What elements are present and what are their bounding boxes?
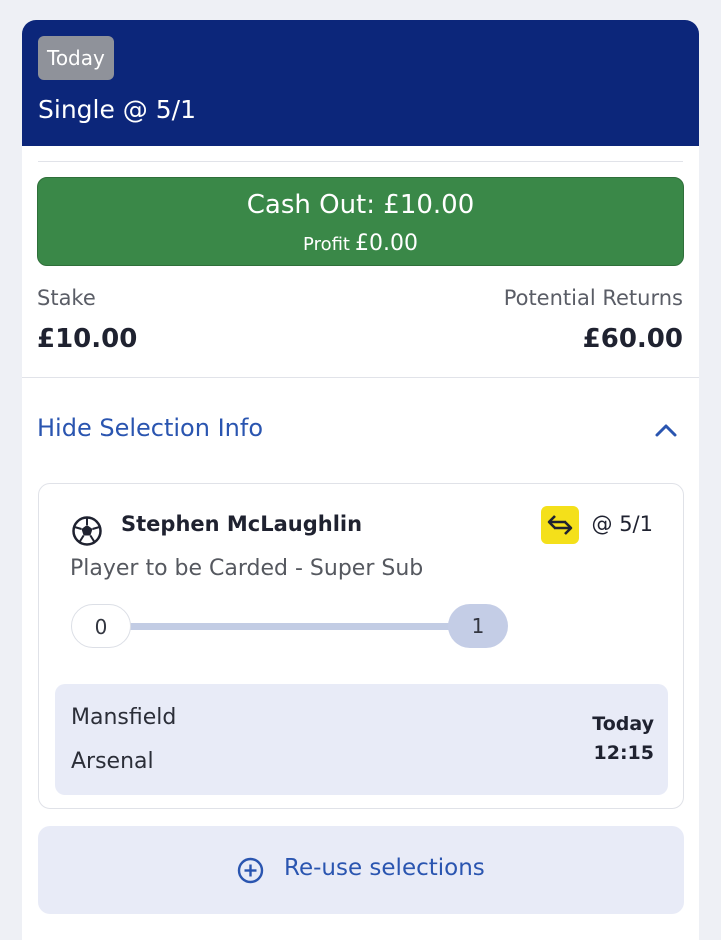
profit-value: £0.00 — [354, 231, 418, 256]
bet-header: Today Single @ 5/1 — [22, 20, 699, 146]
reuse-selections-button[interactable]: Re-use selections — [38, 826, 684, 914]
progress-end-node: 1 — [448, 604, 508, 648]
selection-price: @ 5/1 — [591, 512, 653, 536]
selection-card: Stephen McLaughlin @ 5/1 Player to be Ca… — [38, 483, 684, 809]
profit-label: Profit — [303, 234, 350, 255]
progress-track — [109, 623, 469, 630]
progress-start-node: 0 — [71, 604, 131, 648]
event-time: 12:15 — [593, 742, 654, 764]
divider — [22, 377, 699, 378]
football-icon — [72, 516, 102, 546]
event-info: Mansfield Arsenal Today 12:15 — [55, 684, 668, 795]
today-badge: Today — [38, 36, 114, 80]
player-name: Stephen McLaughlin — [121, 512, 363, 536]
bet-card: Today Single @ 5/1 Cash Out: £10.00 Prof… — [22, 20, 699, 940]
stake-label: Stake — [37, 286, 96, 310]
stake-value: £10.00 — [37, 324, 138, 354]
potential-returns-value: £60.00 — [582, 324, 683, 354]
chevron-up-icon[interactable] — [650, 416, 682, 446]
reuse-selections-label: Re-use selections — [284, 855, 485, 881]
away-team: Arsenal — [71, 749, 154, 774]
divider — [38, 161, 683, 162]
swap-arrows-icon[interactable] — [541, 506, 579, 544]
event-day: Today — [592, 713, 654, 735]
potential-returns-label: Potential Returns — [503, 286, 683, 310]
cash-out-button[interactable]: Cash Out: £10.00 Profit £0.00 — [37, 177, 684, 266]
bet-type-title: Single @ 5/1 — [38, 95, 196, 124]
plus-circle-icon — [237, 857, 264, 884]
cash-out-label: Cash Out: £10.00 — [246, 190, 475, 220]
hide-selection-info-toggle[interactable]: Hide Selection Info — [37, 414, 263, 442]
cash-out-profit: Profit £0.00 — [38, 231, 683, 258]
market-name: Player to be Carded - Super Sub — [70, 556, 424, 581]
home-team: Mansfield — [71, 705, 177, 730]
